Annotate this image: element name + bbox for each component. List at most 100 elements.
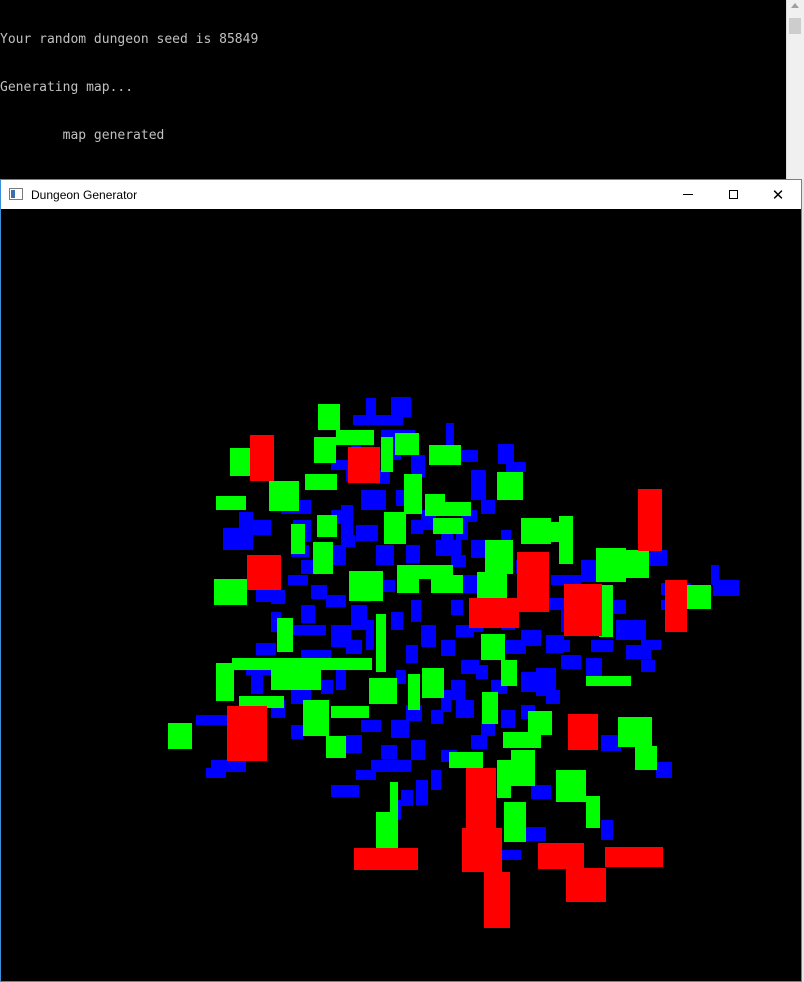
- green-room: [376, 614, 386, 672]
- console-line-seed: Your random dungeon seed is 85849: [0, 32, 259, 47]
- green-room: [318, 404, 340, 430]
- blue-room: [461, 575, 477, 593]
- red-room: [227, 706, 267, 761]
- blue-room: [431, 710, 443, 724]
- blue-room: [526, 827, 546, 841]
- blue-room: [288, 575, 308, 585]
- green-room: [621, 550, 649, 578]
- red-room: [462, 828, 502, 872]
- green-room: [331, 706, 369, 718]
- blue-room: [321, 680, 333, 694]
- green-room: [431, 575, 463, 593]
- blue-room: [713, 580, 739, 596]
- green-room: [230, 448, 250, 476]
- maximize-button[interactable]: [710, 180, 756, 209]
- blue-room: [501, 710, 515, 728]
- red-room: [466, 768, 496, 828]
- scroll-thumb[interactable]: [789, 18, 801, 34]
- red-room: [566, 868, 606, 902]
- blue-room: [301, 605, 315, 623]
- blue-room: [481, 500, 495, 514]
- blue-room: [561, 655, 581, 669]
- green-room: [395, 433, 419, 455]
- maximize-icon: [728, 190, 738, 199]
- blue-room: [391, 612, 403, 630]
- console-scrollbar[interactable]: [786, 0, 804, 180]
- green-room: [485, 540, 513, 574]
- blue-room: [476, 665, 488, 679]
- red-room: [605, 847, 663, 867]
- green-room: [404, 474, 422, 514]
- blue-room: [601, 820, 613, 840]
- blue-room: [431, 770, 441, 790]
- blue-room: [411, 455, 425, 477]
- blue-room: [451, 600, 463, 615]
- green-room: [497, 760, 511, 798]
- blue-room: [406, 645, 418, 663]
- red-room: [354, 848, 418, 870]
- blue-room: [331, 785, 359, 797]
- console-window: Your random dungeon seed is 85849 Genera…: [0, 0, 786, 180]
- blue-room: [326, 595, 346, 607]
- green-room: [317, 515, 337, 537]
- close-button[interactable]: ✕: [755, 180, 801, 209]
- blue-room: [311, 585, 327, 599]
- green-room: [216, 663, 234, 701]
- green-room: [384, 512, 406, 544]
- red-room: [638, 489, 662, 551]
- blue-room: [531, 785, 551, 799]
- blue-room: [586, 658, 602, 678]
- green-room: [303, 700, 329, 736]
- blue-room: [406, 545, 420, 563]
- blue-room: [506, 462, 526, 472]
- minimize-button[interactable]: [665, 180, 711, 209]
- red-room: [348, 447, 380, 483]
- blue-room: [411, 740, 425, 760]
- blue-room: [421, 625, 436, 647]
- dungeon-generator-window: Dungeon Generator ✕: [0, 179, 802, 982]
- red-room: [568, 714, 598, 750]
- red-room: [469, 598, 519, 628]
- blue-room: [471, 540, 485, 558]
- green-room: [528, 711, 552, 735]
- dungeon-map-canvas: [1, 209, 801, 981]
- green-room: [429, 445, 461, 465]
- scroll-up-arrow-icon[interactable]: [791, 3, 799, 8]
- blue-room: [301, 560, 313, 574]
- blue-room: [401, 790, 413, 806]
- green-room: [214, 579, 247, 605]
- blue-room: [251, 520, 271, 535]
- green-room: [291, 524, 305, 554]
- minimize-icon: [683, 194, 693, 195]
- blue-room: [291, 725, 303, 739]
- green-room: [482, 692, 498, 724]
- green-room: [216, 496, 246, 510]
- blue-room: [501, 850, 521, 860]
- red-room: [484, 872, 510, 928]
- green-room: [501, 660, 517, 686]
- blue-room: [411, 520, 423, 534]
- blue-room: [546, 690, 560, 704]
- green-room: [269, 481, 299, 511]
- blue-room: [356, 770, 376, 780]
- blue-room: [591, 640, 613, 652]
- title-bar[interactable]: Dungeon Generator ✕: [1, 180, 801, 209]
- blue-room: [196, 715, 231, 725]
- blue-room: [641, 640, 661, 650]
- blue-room: [521, 672, 537, 692]
- green-room: [504, 802, 526, 842]
- app-window-icon: [9, 188, 23, 200]
- blue-room: [356, 525, 378, 541]
- blue-room: [206, 768, 226, 778]
- green-room: [586, 796, 600, 828]
- red-room: [665, 580, 687, 632]
- blue-room: [456, 700, 474, 718]
- console-line-generated: map generated: [0, 128, 165, 143]
- blue-room: [271, 590, 285, 604]
- blue-room: [366, 620, 374, 650]
- close-icon: ✕: [771, 185, 785, 204]
- green-room: [477, 572, 507, 600]
- blue-room: [649, 550, 667, 566]
- green-room: [381, 437, 393, 472]
- blue-room: [381, 745, 397, 759]
